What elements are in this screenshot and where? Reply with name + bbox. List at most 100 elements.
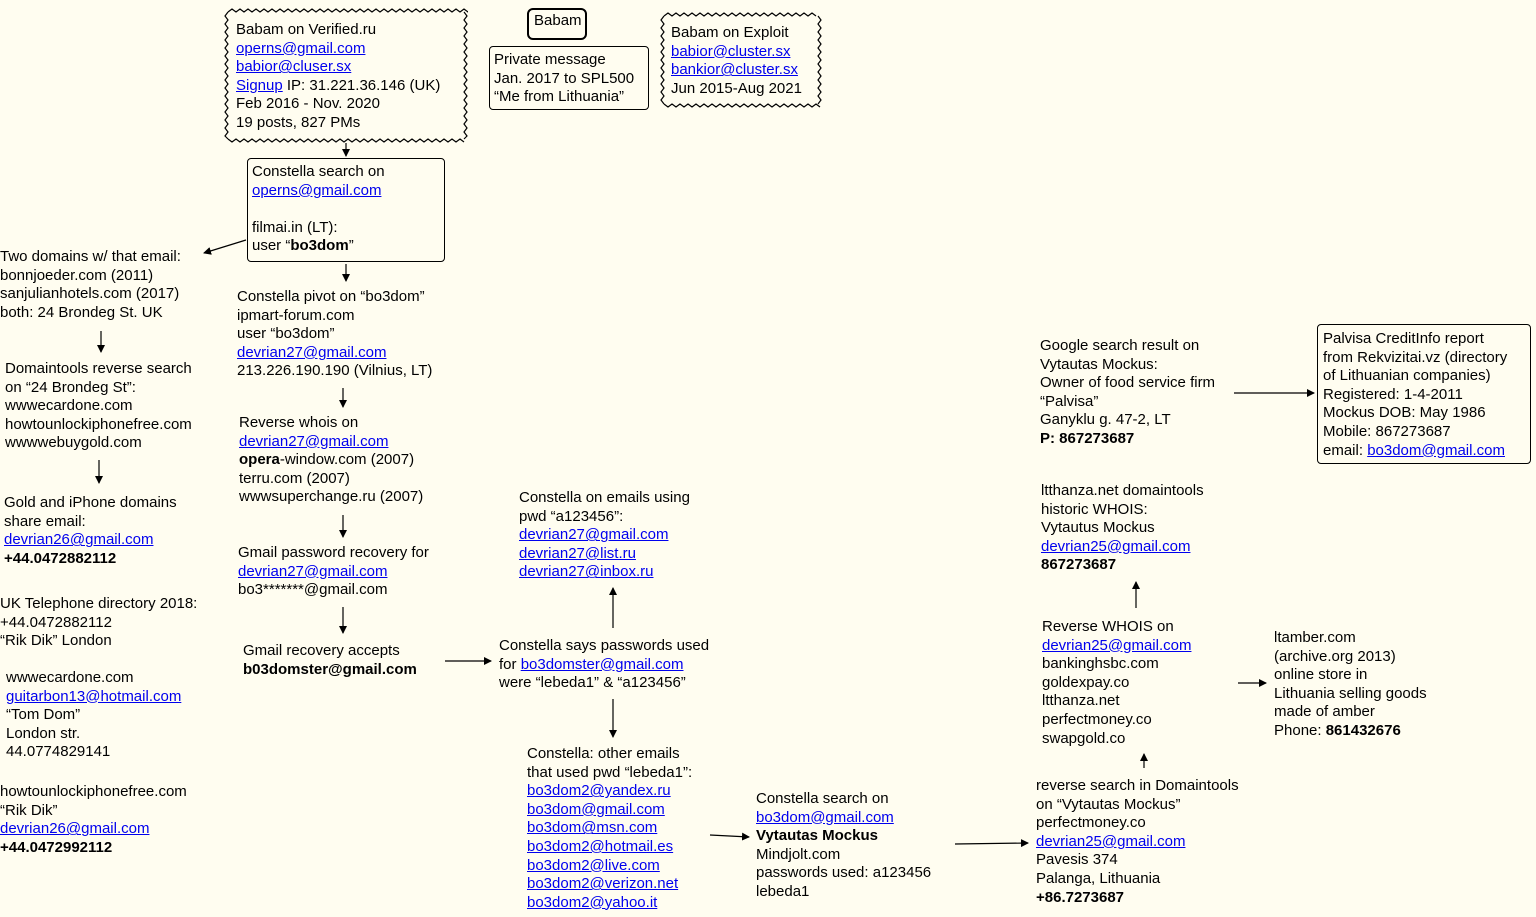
pivot-l1: Constella pivot on “bo3dom” bbox=[237, 288, 425, 305]
other-email-gmail[interactable]: bo3dom@gmail.com bbox=[527, 801, 665, 818]
ltthanza-phone: 867273687 bbox=[1041, 556, 1117, 574]
google-l4: “Palvisa” bbox=[1040, 392, 1099, 410]
rev-whois2-domain-goldexpay: goldexpay.co bbox=[1042, 673, 1130, 691]
domaintools-l4: howtounlockiphonefree.com bbox=[5, 415, 192, 433]
other-email-yandex[interactable]: bo3dom2@yandex.ru bbox=[527, 782, 671, 799]
gold-iphone-email[interactable]: devrian26@gmail.com bbox=[4, 531, 153, 548]
ltthanza-l3: Vytautus Mockus bbox=[1041, 519, 1155, 537]
constella-pwd-email-gmail[interactable]: devrian27@gmail.com bbox=[519, 526, 668, 543]
ltamber-l2: (archive.org 2013) bbox=[1274, 647, 1396, 665]
ltamber-phone-label: Phone: bbox=[1274, 721, 1326, 739]
exploit-email-babior[interactable]: babior@cluster.sx bbox=[671, 43, 790, 60]
verified-posts: 19 posts, 827 PMs bbox=[236, 113, 361, 131]
gmail-accepts-l1: Gmail recovery accepts bbox=[243, 642, 400, 659]
gold-iphone-l2: share email: bbox=[4, 512, 86, 530]
howtounlock-l1: howtounlockiphonefree.com bbox=[0, 783, 187, 800]
private-message-l2: Jan. 2017 to SPL500 bbox=[494, 69, 635, 87]
constella-search-l5: passwords used: a123456 bbox=[756, 864, 932, 882]
constella-pwd-l2: pwd “a123456”: bbox=[519, 507, 624, 525]
constella-other-l1: Constella: other emails bbox=[527, 745, 680, 762]
palvisa-l2: from Rekvizitai.vz (directory bbox=[1323, 348, 1508, 366]
wwwecardone-l1: wwwecardone.com bbox=[6, 669, 134, 686]
wwwecardone-email[interactable]: guitarbon13@hotmail.com bbox=[6, 688, 181, 705]
howtounlock-node: howtounlockiphonefree.com “Rik Dik” devr… bbox=[0, 783, 187, 857]
domaintools-l1: Domaintools reverse search bbox=[5, 360, 192, 377]
reverse-search-email[interactable]: devrian25@gmail.com bbox=[1036, 833, 1185, 850]
other-email-msn[interactable]: bo3dom@msn.com bbox=[527, 819, 657, 836]
two-domains-l3: sanjulianhotels.com (2017) bbox=[0, 285, 180, 303]
rev-whois2-domain-hsbc: bankinghsbc.com bbox=[1042, 655, 1159, 673]
other-email-live[interactable]: bo3dom2@live.com bbox=[527, 857, 660, 874]
domaintools-reverse-node: Domaintools reverse search on “24 Bronde… bbox=[5, 360, 192, 453]
wwwecardone-l5: 44.0774829141 bbox=[6, 743, 111, 761]
uk-directory-l1: UK Telephone directory 2018: bbox=[0, 595, 198, 612]
rev-whois-opera-rest: -window.com (2007) bbox=[279, 451, 415, 469]
palvisa-l6: Mobile: 867273687 bbox=[1323, 422, 1451, 440]
rev-whois2-email[interactable]: devrian25@gmail.com bbox=[1042, 637, 1191, 654]
verified-email-babior[interactable]: babior@cluser.sx bbox=[236, 58, 351, 75]
ltthanza-node: ltthanza.net domaintools historic WHOIS:… bbox=[1041, 482, 1204, 575]
domaintools-l3: wwwecardone.com bbox=[5, 397, 133, 415]
ltthanza-l1: ltthanza.net domaintools bbox=[1041, 482, 1204, 499]
gmail-recovery-l3: bo3*******@gmail.com bbox=[238, 581, 388, 599]
gmail-recovery-email[interactable]: devrian27@gmail.com bbox=[238, 563, 387, 580]
exploit-title: Babam on Exploit bbox=[671, 24, 789, 41]
constella1-email[interactable]: operns@gmail.com bbox=[252, 182, 381, 199]
pivot-l3: user “bo3dom” bbox=[237, 325, 335, 343]
ltamber-node: ltamber.com (archive.org 2013) online st… bbox=[1274, 629, 1427, 741]
howtounlock-email[interactable]: devrian26@gmail.com bbox=[0, 820, 149, 837]
google-l1: Google search result on bbox=[1040, 337, 1200, 354]
two-domains-l2: bonnjoeder.com (2011) bbox=[0, 266, 154, 284]
ltthanza-email[interactable]: devrian25@gmail.com bbox=[1041, 538, 1190, 555]
arrow-search-to-reverse bbox=[954, 839, 1029, 848]
uk-directory-node: UK Telephone directory 2018: +44.0472882… bbox=[0, 595, 197, 651]
constella1-l3: filmai.in (LT): bbox=[252, 218, 338, 236]
constella1-l4-pre: user “ bbox=[252, 237, 291, 255]
uk-directory-l2: +44.0472882112 bbox=[0, 613, 112, 631]
palvisa-email[interactable]: bo3dom@gmail.com bbox=[1367, 442, 1505, 459]
other-email-hotmail[interactable]: bo3dom2@hotmail.es bbox=[527, 838, 673, 855]
other-email-yahoo[interactable]: bo3dom2@yahoo.it bbox=[527, 894, 657, 911]
verified-dates: Feb 2016 - Nov. 2020 bbox=[236, 95, 380, 113]
pivot-email[interactable]: devrian27@gmail.com bbox=[237, 344, 386, 361]
rev-whois2-domain-swapgold: swapgold.co bbox=[1042, 729, 1126, 747]
domaintools-l2: on “24 Brondeg St”: bbox=[5, 378, 136, 396]
gold-iphone-phone: +44.0472882112 bbox=[4, 549, 117, 567]
palvisa-l3: of Lithuanian companies) bbox=[1323, 367, 1491, 385]
gold-iphone-node: Gold and iPhone domains share email: dev… bbox=[4, 494, 177, 568]
rev-whois-l1: Reverse whois on bbox=[239, 414, 359, 431]
constella-pwd-email-list[interactable]: devrian27@list.ru bbox=[519, 545, 636, 562]
constella-says-l3: were “lebeda1” & “a123456” bbox=[499, 674, 686, 692]
exploit-email-bankior[interactable]: bankior@cluster.sx bbox=[671, 61, 798, 78]
constella-search-bo3dom-node: Constella search on bo3dom@gmail.com Vyt… bbox=[756, 790, 931, 902]
constella-search-l6: lebeda1 bbox=[756, 882, 810, 900]
constella1-user-bo3dom: bo3dom bbox=[290, 237, 349, 255]
pivot-l2: ipmart-forum.com bbox=[237, 306, 355, 324]
constella-pwd-l1: Constella on emails using bbox=[519, 489, 690, 506]
constella-other-l2: that used pwd “lebeda1”: bbox=[527, 763, 693, 781]
gmail-recovery-node: Gmail password recovery for devrian27@gm… bbox=[238, 544, 429, 600]
gmail-accepts-email: b03domster@gmail.com bbox=[243, 660, 417, 678]
constella-says-email[interactable]: bo3domster@gmail.com bbox=[521, 656, 684, 673]
palvisa-creditinfo-node: Palvisa CreditInfo report from Rekvizita… bbox=[1317, 324, 1531, 465]
reverse-search-l2: on “Vytautas Mockus” bbox=[1036, 795, 1181, 813]
private-message-node: Private message Jan. 2017 to SPL500 “Me … bbox=[489, 46, 649, 110]
reverse-search-l5: Pavesis 374 bbox=[1036, 851, 1118, 869]
reverse-search-l1: reverse search in Domaintools bbox=[1036, 777, 1239, 794]
verified-node: Babam on Verified.ru operns@gmail.com ba… bbox=[236, 21, 440, 133]
verified-email-operns[interactable]: operns@gmail.com bbox=[236, 40, 365, 57]
constella-pwd-email-inbox[interactable]: devrian27@inbox.ru bbox=[519, 563, 653, 580]
other-email-verizon[interactable]: bo3dom2@verizon.net bbox=[527, 875, 678, 892]
rev-whois2-domain-perfectmoney: perfectmoney.co bbox=[1042, 710, 1152, 728]
rev-whois-l4: terru.com (2007) bbox=[239, 469, 350, 487]
constella-search-l4: Mindjolt.com bbox=[756, 845, 841, 863]
constella-search-email[interactable]: bo3dom@gmail.com bbox=[756, 809, 894, 826]
ltamber-l5: made of amber bbox=[1274, 703, 1375, 721]
uk-directory-l3: “Rik Dik” London bbox=[0, 632, 112, 650]
verified-signup-link[interactable]: Signup bbox=[236, 77, 283, 94]
rev-whois-email[interactable]: devrian27@gmail.com bbox=[239, 433, 388, 450]
reverse-whois2-node: Reverse WHOIS on devrian25@gmail.com ban… bbox=[1042, 618, 1191, 748]
wwwecardone-l4: London str. bbox=[6, 724, 81, 742]
palvisa-l1: Palvisa CreditInfo report bbox=[1323, 330, 1484, 347]
connector-arrows bbox=[95, 143, 1315, 848]
